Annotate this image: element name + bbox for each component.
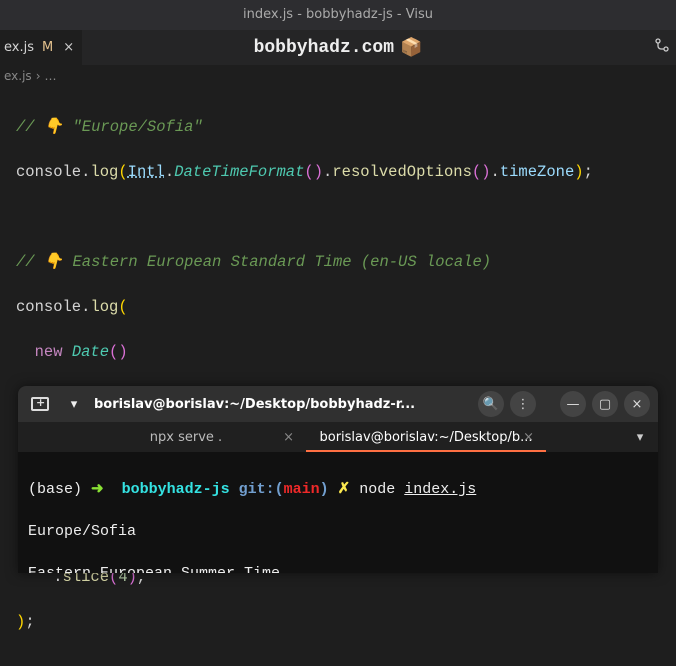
menu-button[interactable]: ⋮ xyxy=(510,391,536,417)
package-icon: 📦 xyxy=(400,37,422,59)
terminal-tab-shell[interactable]: borislav@borislav:~/Desktop/b... × xyxy=(306,422,546,452)
branding-overlay: bobbyhadz.com 📦 xyxy=(254,37,423,59)
search-icon: 🔍 xyxy=(483,397,499,412)
tab-close-icon[interactable]: × xyxy=(523,430,534,445)
terminal-header: ▾ borislav@borislav:~/Desktop/bobbyhadz-… xyxy=(18,386,658,422)
code-line: // 👇 Eastern European Standard Time (en-… xyxy=(16,251,676,274)
branding-text: bobbyhadz.com xyxy=(254,38,394,58)
search-button[interactable]: 🔍 xyxy=(478,391,504,417)
code-line: console.log( xyxy=(16,296,676,319)
minimize-button[interactable]: — xyxy=(560,391,586,417)
editor-tab-bar: ex.js M × bobbyhadz.com 📦 xyxy=(0,30,676,65)
chevron-down-icon: ▾ xyxy=(637,430,644,445)
output-line: Europe/Sofia xyxy=(28,521,648,542)
comment: // 👇 "Europe/Sofia" xyxy=(16,118,203,136)
breadcrumb[interactable]: ex.js › … xyxy=(0,65,676,87)
minimize-icon: — xyxy=(567,397,580,412)
chevron-right-icon: › xyxy=(36,69,41,83)
editor-tab-index-js[interactable]: ex.js M × xyxy=(0,30,82,65)
new-tab-button[interactable] xyxy=(26,390,54,418)
close-window-button[interactable]: × xyxy=(624,391,650,417)
maximize-button[interactable]: ▢ xyxy=(592,391,618,417)
terminal-tab-label: borislav@borislav:~/Desktop/b... xyxy=(320,430,533,445)
terminal-tab-label: npx serve . xyxy=(150,430,222,445)
new-tab-icon xyxy=(31,397,49,411)
code-line: console.log(Intl.DateTimeFormat().resolv… xyxy=(16,161,676,184)
terminal-title: borislav@borislav:~/Desktop/bobbyhadz-r.… xyxy=(94,397,472,412)
code-editor[interactable]: // 👇 "Europe/Sofia" console.log(Intl.Dat… xyxy=(0,87,676,666)
breadcrumb-more: … xyxy=(45,69,57,83)
kebab-icon: ⋮ xyxy=(517,397,530,412)
output-line: Eastern European Summer Time xyxy=(28,563,648,573)
code-line: ); xyxy=(16,611,676,634)
code-line: // 👇 "Europe/Sofia" xyxy=(16,116,676,139)
window-title: index.js - bobbyhadz-js - Visu xyxy=(243,7,433,22)
terminal-tabs-dropdown[interactable]: ▾ xyxy=(622,422,658,452)
tab-close-icon[interactable]: × xyxy=(283,430,294,445)
comment: // 👇 Eastern European Standard Time (en-… xyxy=(16,253,491,271)
maximize-icon: ▢ xyxy=(599,397,611,412)
window-title-bar: index.js - bobbyhadz-js - Visu xyxy=(0,0,676,30)
code-line xyxy=(16,206,676,229)
terminal-output[interactable]: (base) ➜ bobbyhadz-js git:(main) ✗ node … xyxy=(18,452,658,573)
terminal-window: ▾ borislav@borislav:~/Desktop/bobbyhadz-… xyxy=(18,386,658,573)
terminal-tab-serve[interactable]: npx serve . × xyxy=(66,422,306,452)
new-tab-dropdown[interactable]: ▾ xyxy=(60,390,88,418)
prompt-line: (base) ➜ bobbyhadz-js git:(main) ✗ node … xyxy=(28,479,648,500)
compare-icon[interactable] xyxy=(654,37,670,58)
breadcrumb-file: ex.js xyxy=(4,69,32,83)
tab-close-icon[interactable]: × xyxy=(63,40,74,55)
code-line: new Date() xyxy=(16,341,676,364)
close-icon: × xyxy=(632,397,643,412)
terminal-tab-bar: npx serve . × borislav@borislav:~/Deskto… xyxy=(18,422,658,452)
tab-filename: ex.js xyxy=(4,40,34,55)
tab-modified-indicator: M xyxy=(42,40,53,55)
